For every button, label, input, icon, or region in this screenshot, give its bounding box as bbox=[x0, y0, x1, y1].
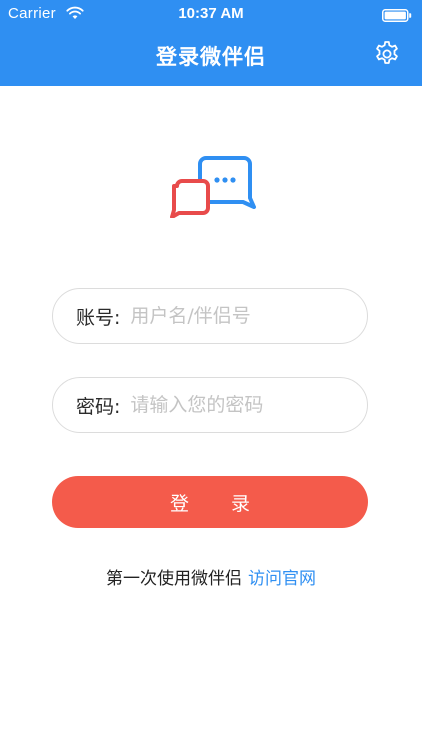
status-time: 10:37 AM bbox=[178, 5, 244, 22]
chat-bubbles-logo bbox=[167, 156, 257, 219]
account-field[interactable]: 账号: bbox=[52, 288, 368, 344]
visit-website-link[interactable]: 访问官网 bbox=[248, 569, 316, 589]
footer-text: 第一次使用微伴侣 访问官网 bbox=[0, 564, 422, 589]
login-screen: Carrier 10:37 AM 登录微伴侣 账号: 用户名/伴侣号 密码: 登… bbox=[0, 0, 422, 750]
login-button[interactable]: 登 录 bbox=[52, 476, 368, 528]
account-input[interactable] bbox=[130, 305, 331, 327]
password-field[interactable]: 密码: bbox=[52, 377, 368, 433]
header-bar: Carrier 10:37 AM 登录微伴侣 bbox=[0, 0, 422, 86]
account-label: 账号: bbox=[76, 306, 121, 329]
first-use-text: 第一次使用微伴侣 bbox=[106, 569, 242, 589]
settings-button[interactable] bbox=[372, 38, 402, 68]
password-input[interactable] bbox=[130, 394, 331, 416]
page-title: 登录微伴侣 bbox=[156, 45, 266, 69]
password-label: 密码: bbox=[76, 395, 121, 418]
status-bar: Carrier 10:37 AM bbox=[0, 0, 422, 30]
gear-icon bbox=[376, 41, 398, 64]
battery-icon bbox=[382, 8, 412, 22]
